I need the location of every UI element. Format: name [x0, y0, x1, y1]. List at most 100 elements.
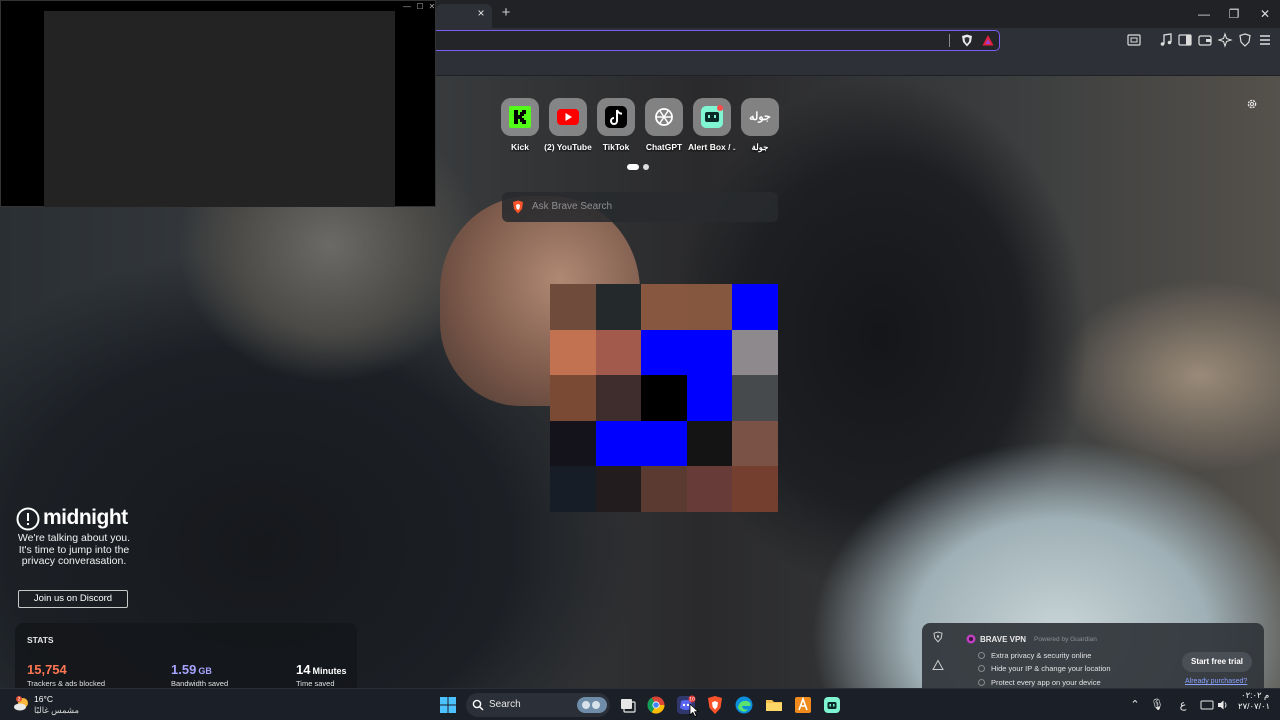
brave-browser-icon[interactable]: [705, 695, 725, 715]
pip-minimize-icon[interactable]: —: [402, 2, 412, 12]
stat-bandwidth-saved: 1.59 GB Bandwidth saved: [171, 661, 228, 688]
stats-title: STATS: [27, 635, 54, 645]
top-sites-pagination[interactable]: [627, 163, 651, 171]
youtube-tile[interactable]: [549, 98, 587, 136]
maximize-button[interactable]: ❐: [1226, 6, 1242, 22]
jawla-tile[interactable]: جوله: [741, 98, 779, 136]
top-site-chatgpt[interactable]: ChatGPT: [640, 98, 688, 152]
clock-time[interactable]: م ٠٢:٠٢: [1241, 690, 1269, 701]
volume-icon[interactable]: [1216, 698, 1230, 712]
stat-unit: GB: [198, 666, 212, 676]
edge-icon[interactable]: [734, 695, 754, 715]
pip-close-icon[interactable]: ✕: [427, 2, 437, 12]
taskbar-search[interactable]: Search: [466, 693, 610, 717]
midnight-logo-icon: [16, 507, 40, 531]
check-circle-icon: [978, 679, 985, 686]
pip-maximize-icon[interactable]: ☐: [415, 2, 425, 12]
task-view-icon[interactable]: [618, 695, 638, 715]
close-window-button[interactable]: ✕: [1257, 6, 1273, 22]
stat-unit: Minutes: [312, 666, 347, 676]
kick-tile[interactable]: [501, 98, 539, 136]
kick-icon: [509, 106, 531, 128]
vpn-feature: Hide your IP & change your location: [978, 664, 1111, 673]
new-tab-button[interactable]: +: [498, 5, 514, 21]
customize-gear-icon[interactable]: [1246, 98, 1258, 110]
app-a-icon[interactable]: [793, 695, 813, 715]
site-label: Kick: [511, 142, 529, 152]
stat-label: Time saved: [296, 679, 335, 688]
stat-label: Trackers & ads blocked: [27, 679, 106, 688]
vpn-brand-icon: [966, 634, 976, 644]
vpn-powered-by: Powered by Guardian: [1034, 636, 1097, 643]
music-icon[interactable]: [1158, 32, 1174, 48]
partly-sunny-icon: 2: [14, 696, 28, 711]
vpn-feature: Extra privacy & security online: [978, 651, 1091, 660]
brave-shields-icon[interactable]: [961, 34, 973, 47]
stat-trackers-blocked: 15,754 Trackers & ads blocked: [27, 661, 105, 688]
picture-in-picture-window[interactable]: — ☐ ✕: [0, 0, 436, 207]
site-label: TikTok: [602, 142, 630, 152]
tiktok-tile[interactable]: [597, 98, 635, 136]
check-circle-icon: [978, 652, 985, 659]
search-icon: [472, 699, 484, 711]
tiktok-icon: [605, 106, 627, 128]
brave-search-box[interactable]: Ask Brave Search: [502, 192, 778, 222]
top-site-kick[interactable]: Kick: [496, 98, 544, 152]
tray-overflow-chevron-icon[interactable]: ⌃: [1128, 698, 1142, 712]
stat-value: 15,754: [27, 662, 67, 677]
network-icon[interactable]: [1200, 698, 1214, 712]
chatgpt-icon: [655, 108, 673, 126]
stats-widget[interactable]: STATS 15,754 Trackers & ads blocked 1.59…: [15, 623, 357, 688]
minimize-button[interactable]: —: [1196, 6, 1212, 22]
brave-vpn-card[interactable]: BRAVE VPN Powered by Guardian Extra priv…: [922, 623, 1264, 688]
vpn-card-rewards-icon[interactable]: [932, 659, 944, 671]
windows-start-icon[interactable]: [438, 695, 458, 715]
top-site-tiktok[interactable]: TikTok: [592, 98, 640, 152]
streamlabs-icon: [701, 105, 723, 128]
vpn-shield-icon[interactable]: [1237, 32, 1253, 48]
brave-rewards-icon[interactable]: [982, 34, 994, 47]
menu-icon[interactable]: [1257, 32, 1273, 48]
stat-value: 14: [296, 662, 311, 677]
alert-box-tile[interactable]: [693, 98, 731, 136]
already-purchased-link[interactable]: Already purchased?: [1185, 678, 1247, 685]
start-free-trial-button[interactable]: Start free trial: [1182, 652, 1252, 672]
brand-name: midnight: [43, 506, 128, 529]
screenshot-icon[interactable]: [1126, 32, 1142, 48]
input-language-indicator[interactable]: ع: [1176, 698, 1190, 712]
clock-date[interactable]: ٢٧/٠٧/٠١: [1238, 701, 1270, 712]
sidebar-icon[interactable]: [1177, 32, 1193, 48]
mouse-cursor-icon: [689, 703, 699, 717]
wallet-icon[interactable]: [1197, 32, 1213, 48]
file-explorer-icon[interactable]: [764, 695, 784, 715]
sponsor-message: We're talking about you. It's time to ju…: [17, 532, 131, 568]
chatgpt-tile[interactable]: [645, 98, 683, 136]
vpn-title: BRAVE VPN: [980, 635, 1027, 644]
site-label: Alert Box / ...: [688, 142, 736, 152]
microphone-icon[interactable]: 🎙: [1150, 698, 1164, 712]
discord-notification-count: 10: [689, 697, 695, 703]
search-label: Search: [489, 699, 521, 710]
tab-close-icon[interactable]: ×: [474, 6, 488, 20]
stat-label: Bandwidth saved: [171, 679, 229, 688]
top-sites-grid: Kick (2) YouTube TikTok ChatGPT Alert Bo…: [496, 98, 786, 158]
top-site-youtube[interactable]: (2) YouTube: [544, 98, 592, 152]
vpn-card-shield-icon[interactable]: [932, 631, 944, 643]
top-site-jawla[interactable]: جوله جولة: [736, 98, 784, 153]
leo-ai-icon[interactable]: [1217, 32, 1233, 48]
site-label: (2) YouTube: [544, 142, 592, 152]
address-bar-divider: [949, 34, 950, 47]
top-site-alert-box[interactable]: Alert Box / ...: [688, 98, 736, 152]
pip-video-area[interactable]: [44, 11, 395, 207]
chrome-icon[interactable]: [646, 695, 666, 715]
address-bar[interactable]: [420, 30, 1000, 51]
weather-condition: مشمس غالبًا: [34, 705, 80, 715]
youtube-icon: [557, 109, 579, 125]
brand-row: midnight: [16, 506, 132, 531]
streamlabs-taskbar-icon[interactable]: [822, 695, 842, 715]
search-placeholder: Ask Brave Search: [532, 201, 613, 212]
windows-taskbar: 2 16°C مشمس غالبًا Search 10 ⌃ 🎙 ع م ٠٢:…: [0, 688, 1280, 720]
site-label: ChatGPT: [645, 142, 683, 152]
join-discord-button[interactable]: Join us on Discord: [18, 590, 128, 608]
vpn-feature: Protect every app on your device: [978, 678, 1101, 687]
